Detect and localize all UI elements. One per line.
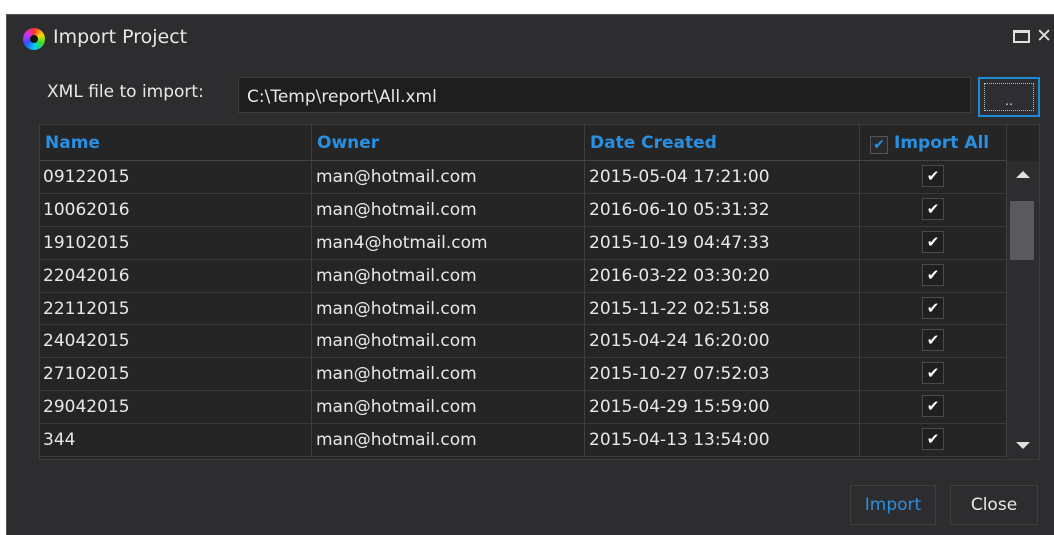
table-row[interactable]: 29042015 man@hotmail.com 2015-04-29 15:59:… <box>40 391 1007 425</box>
vertical-scrollbar[interactable] <box>1007 161 1039 459</box>
cell-date-created: 2016-03-22 03:30:20 <box>585 259 860 292</box>
cell-import: ✔ <box>860 391 1007 424</box>
import-checkbox[interactable]: ✔ <box>922 428 944 451</box>
file-label: XML file to import: <box>47 82 204 102</box>
import-checkbox[interactable]: ✔ <box>922 362 944 385</box>
cell-name: 09122015 <box>40 161 312 193</box>
cell-owner: man4@hotmail.com <box>312 226 585 259</box>
import-all-checkbox[interactable]: ✔ <box>870 136 888 154</box>
cell-name: 19102015 <box>40 226 312 259</box>
column-header-owner[interactable]: Owner <box>312 125 585 160</box>
cell-date-created: 2016-06-10 05:31:32 <box>585 193 860 226</box>
cell-date-created: 2015-10-19 04:47:33 <box>585 226 860 259</box>
cell-date-created: 2015-04-24 16:20:00 <box>585 325 860 358</box>
window-controls: ✕ <box>1013 25 1052 47</box>
cell-date-created: 2015-05-04 17:21:00 <box>585 161 860 193</box>
cell-name: 22042016 <box>40 259 312 292</box>
cell-owner: man@hotmail.com <box>312 424 585 457</box>
import-checkbox[interactable]: ✔ <box>922 329 944 352</box>
table-row[interactable]: 22112015 man@hotmail.com 2015-11-22 02:51:… <box>40 292 1007 326</box>
cell-owner: man@hotmail.com <box>312 292 585 325</box>
column-header-date-created[interactable]: Date Created <box>585 125 860 160</box>
close-icon[interactable]: ✕ <box>1036 25 1052 47</box>
window-title: Import Project <box>53 26 188 48</box>
cell-owner: man@hotmail.com <box>312 325 585 358</box>
arrow-down-icon[interactable] <box>1016 442 1030 449</box>
arrow-up-icon[interactable] <box>1016 171 1030 178</box>
import-checkbox[interactable]: ✔ <box>922 165 944 187</box>
cell-name: 27102015 <box>40 358 312 391</box>
cell-owner: man@hotmail.com <box>312 259 585 292</box>
browse-button[interactable]: .. <box>978 77 1040 117</box>
cell-date-created: 2015-04-13 13:54:00 <box>585 424 860 457</box>
maximize-icon[interactable] <box>1013 29 1031 43</box>
cell-import: ✔ <box>860 292 1007 325</box>
import-checkbox[interactable]: ✔ <box>922 197 944 220</box>
table-row[interactable]: 22042016 man@hotmail.com 2016-03-22 03:30:… <box>40 259 1007 293</box>
close-button[interactable]: Close <box>950 485 1038 525</box>
cell-name: 29042015 <box>40 391 312 424</box>
file-path-input[interactable]: C:\Temp\report\All.xml <box>238 77 971 113</box>
cell-owner: man@hotmail.com <box>312 161 585 193</box>
import-checkbox[interactable]: ✔ <box>922 230 944 253</box>
cell-import: ✔ <box>860 325 1007 358</box>
table-row[interactable]: 24042015 man@hotmail.com 2015-04-24 16:20:… <box>40 325 1007 359</box>
cell-import: ✔ <box>860 358 1007 391</box>
cell-date-created: 2015-11-22 02:51:58 <box>585 292 860 325</box>
color-wheel-icon <box>23 28 45 50</box>
projects-table: Name Owner Date Created ✔ Import All 0912… <box>39 124 1040 460</box>
cell-owner: man@hotmail.com <box>312 193 585 226</box>
browse-button-label: .. <box>984 83 1034 111</box>
table-row[interactable]: 09122015 man@hotmail.com 2015-05-04 17:21:… <box>40 161 1007 194</box>
cell-import: ✔ <box>860 424 1007 457</box>
import-checkbox[interactable]: ✔ <box>922 296 944 319</box>
cell-import: ✔ <box>860 259 1007 292</box>
cell-owner: man@hotmail.com <box>312 358 585 391</box>
import-button[interactable]: Import <box>850 485 936 525</box>
cell-date-created: 2015-10-27 07:52:03 <box>585 358 860 391</box>
table-header: Name Owner Date Created ✔ Import All <box>40 125 1007 161</box>
table-row[interactable]: 19102015 man4@hotmail.com 2015-10-19 04:47… <box>40 226 1007 260</box>
cell-import: ✔ <box>860 193 1007 226</box>
column-header-import-all[interactable]: ✔ Import All <box>860 125 1007 160</box>
cell-import: ✔ <box>860 161 1007 193</box>
cell-name: 22112015 <box>40 292 312 325</box>
import-checkbox[interactable]: ✔ <box>922 395 944 418</box>
scrollbar-thumb[interactable] <box>1010 201 1034 260</box>
title-bar[interactable]: Import Project ✕ <box>7 15 1054 59</box>
table-body: 09122015 man@hotmail.com 2015-05-04 17:21:… <box>40 161 1007 458</box>
cell-owner: man@hotmail.com <box>312 391 585 424</box>
cell-import: ✔ <box>860 226 1007 259</box>
cell-name: 10062016 <box>40 193 312 226</box>
import-project-dialog: Import Project ✕ XML file to import: C:\… <box>6 14 1054 535</box>
cell-date-created: 2015-04-29 15:59:00 <box>585 391 860 424</box>
import-all-label: Import All <box>894 133 990 153</box>
import-checkbox[interactable]: ✔ <box>922 263 944 286</box>
table-row[interactable]: 27102015 man@hotmail.com 2015-10-27 07:52:… <box>40 358 1007 392</box>
table-row[interactable]: 10062016 man@hotmail.com 2016-06-10 05:31:… <box>40 193 1007 227</box>
table-row[interactable]: 344 man@hotmail.com 2015-04-13 13:54:00 ✔ <box>40 424 1007 458</box>
cell-name: 24042015 <box>40 325 312 358</box>
column-header-name[interactable]: Name <box>40 125 312 160</box>
cell-name: 344 <box>40 424 312 457</box>
